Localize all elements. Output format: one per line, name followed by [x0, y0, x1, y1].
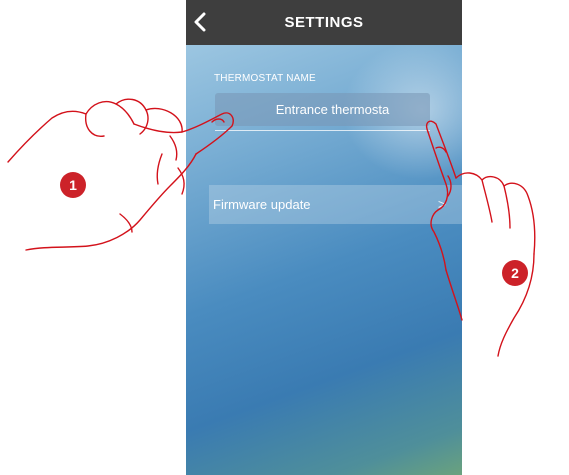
chevron-left-icon[interactable]: [192, 12, 208, 32]
step-1-badge: 1: [60, 172, 86, 198]
input-underline: [215, 130, 430, 131]
thermostat-name-label: THERMOSTAT NAME: [214, 73, 316, 84]
firmware-update-button[interactable]: Firmware update >: [209, 185, 462, 224]
phone-screen: SETTINGS THERMOSTAT NAME Entrance thermo…: [186, 0, 462, 475]
firmware-update-label: Firmware update: [213, 197, 311, 212]
top-bar: SETTINGS: [186, 0, 462, 45]
page-title: SETTINGS: [284, 14, 364, 31]
step-2-badge: 2: [502, 260, 528, 286]
thermostat-name-input[interactable]: Entrance thermosta: [215, 93, 430, 126]
chevron-right-icon: >: [437, 196, 446, 212]
